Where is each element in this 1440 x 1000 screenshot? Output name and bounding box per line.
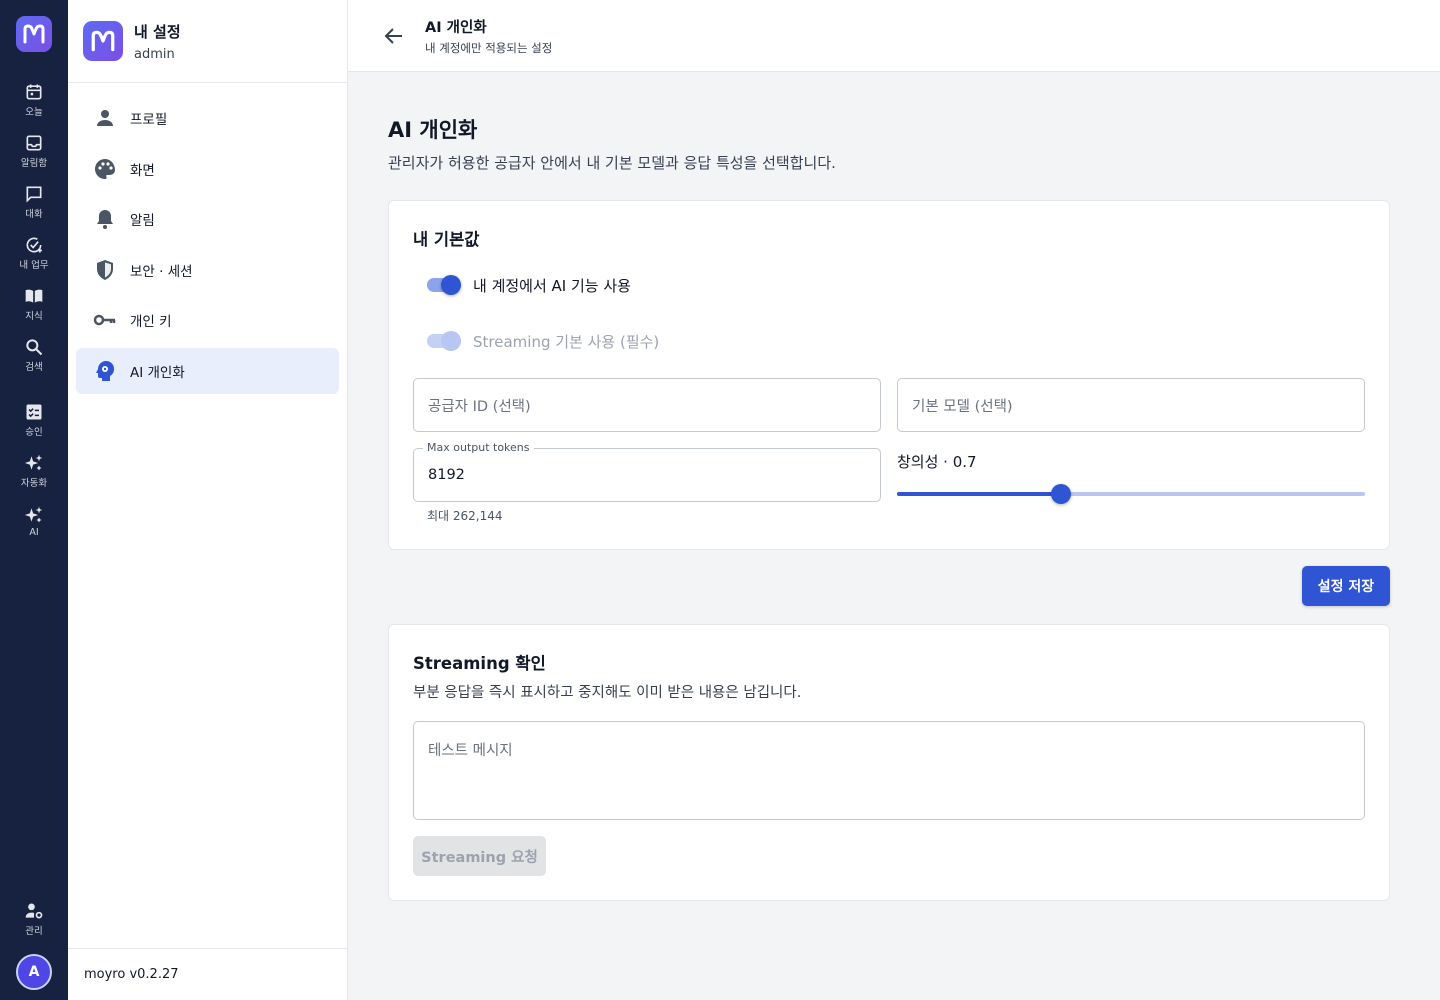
- book-icon: [25, 289, 43, 303]
- key-icon: [93, 314, 116, 326]
- section-description: 관리자가 허용한 공급자 안에서 내 기본 모델과 응답 특성을 선택합니다.: [388, 154, 836, 172]
- rail-item-today[interactable]: 오늘: [0, 74, 68, 125]
- admin-settings-icon: [25, 903, 43, 918]
- section-heading: AI 개인화: [388, 118, 478, 142]
- menu-item-label: 화면: [130, 162, 155, 179]
- rail-item-approval[interactable]: 승인: [0, 394, 68, 445]
- rail-label: 내 업무: [19, 259, 49, 271]
- task-check-icon: [26, 237, 42, 253]
- test-message-textarea[interactable]: 테스트 메시지: [413, 721, 1365, 820]
- max-output-tokens-helper: 최대 262,144: [427, 509, 503, 523]
- app-logo-icon: [83, 21, 123, 61]
- rail-label: 검색: [25, 361, 43, 373]
- sidebar-title: 내 설정: [134, 22, 181, 41]
- max-output-tokens-value: 8192: [428, 467, 465, 483]
- search-icon: [26, 338, 43, 355]
- approval-icon: [26, 404, 42, 419]
- max-output-tokens-label: Max output tokens: [423, 441, 534, 454]
- max-output-tokens-input[interactable]: Max output tokens 8192: [413, 441, 881, 502]
- rail-label: 대화: [25, 208, 43, 220]
- app-rail: 오늘 알림함 대화 내 업무 지식 검색 승인 자동화 AI 관리 A: [0, 0, 68, 1000]
- app-logo-icon[interactable]: [16, 16, 52, 52]
- settings-menu: 프로필 화면 알림 보안 · 세션 개인 키 AI 개인화: [68, 83, 347, 394]
- inbox-icon: [26, 135, 42, 150]
- sidebar-header: 내 설정 admin: [68, 0, 347, 83]
- menu-item-profile[interactable]: 프로필: [76, 95, 339, 141]
- streaming-card-title: Streaming 확인: [413, 654, 546, 673]
- ai-enable-switch[interactable]: [425, 273, 463, 297]
- person-icon: [97, 110, 113, 126]
- save-row: 설정 저장: [388, 550, 1390, 624]
- main-content: AI 개인화 관리자가 허용한 공급자 안에서 내 기본 모델과 응답 특성을 …: [388, 72, 1390, 901]
- rail-item-inbox[interactable]: 알림함: [0, 125, 68, 176]
- rail-item-search[interactable]: 검색: [0, 329, 68, 380]
- menu-item-label: AI 개인화: [130, 364, 185, 381]
- calendar-icon: [26, 84, 42, 99]
- rail-label: 지식: [25, 310, 43, 322]
- save-settings-button[interactable]: 설정 저장: [1302, 566, 1390, 606]
- menu-item-ai-personalization[interactable]: AI 개인화: [76, 347, 339, 394]
- rail-item-automation[interactable]: 자동화: [0, 445, 68, 496]
- creativity-slider-thumb[interactable]: [1051, 484, 1071, 504]
- rail-label: 관리: [25, 925, 43, 937]
- streaming-check-card: Streaming 확인 부분 응답을 즉시 표시하고 중지해도 이미 받은 내…: [388, 624, 1390, 901]
- streaming-card-description: 부분 응답을 즉시 표시하고 중지해도 이미 받은 내용은 남깁니다.: [413, 685, 802, 701]
- streaming-default-label: Streaming 기본 사용 (필수): [473, 332, 660, 351]
- shield-icon: [97, 259, 113, 280]
- defaults-card: 내 기본값 내 계정에서 AI 기능 사용 Streaming 기본 사용 (필…: [388, 200, 1390, 550]
- chat-icon: [26, 186, 42, 203]
- menu-item-label: 보안 · 세션: [130, 263, 193, 280]
- rail-item-knowledge[interactable]: 지식: [0, 278, 68, 329]
- menu-item-notifications[interactable]: 알림: [76, 196, 339, 242]
- sparkle-icon: [24, 454, 43, 470]
- sidebar-subtitle: admin: [134, 46, 175, 62]
- rail-item-ai[interactable]: AI: [0, 496, 68, 547]
- provider-id-input[interactable]: 공급자 ID (선택): [413, 378, 881, 432]
- menu-item-display[interactable]: 화면: [76, 146, 339, 192]
- streaming-toggle-row: Streaming 기본 사용 (필수): [425, 329, 659, 353]
- menu-item-label: 알림: [130, 213, 155, 229]
- top-bar: AI 개인화 내 계정에만 적용되는 설정: [348, 0, 1440, 72]
- menu-item-label: 개인 키: [130, 314, 172, 330]
- settings-sidebar: 내 설정 admin 프로필 화면 알림 보안 · 세션 개인 키 AI 개인화: [68, 0, 348, 1000]
- rail-item-admin[interactable]: 관리: [0, 893, 68, 944]
- ai-enable-label: 내 계정에서 AI 기능 사용: [473, 276, 631, 295]
- palette-icon: [95, 158, 115, 179]
- defaults-card-title: 내 기본값: [413, 230, 480, 249]
- rail-item-chat[interactable]: 대화: [0, 176, 68, 227]
- user-avatar[interactable]: A: [16, 954, 52, 990]
- bell-icon: [97, 210, 113, 229]
- menu-item-security[interactable]: 보안 · 세션: [76, 247, 339, 293]
- default-model-input[interactable]: 기본 모델 (선택): [897, 378, 1365, 432]
- back-arrow-icon[interactable]: [382, 24, 406, 48]
- rail-item-my-tasks[interactable]: 내 업무: [0, 227, 68, 278]
- rail-label: 자동화: [20, 477, 48, 489]
- rail-label: 승인: [25, 426, 43, 438]
- creativity-slider[interactable]: [897, 484, 1365, 504]
- ai-enable-toggle-row: 내 계정에서 AI 기능 사용: [425, 273, 631, 297]
- creativity-label: 창의성 · 0.7: [897, 453, 977, 471]
- page-title: AI 개인화: [425, 19, 487, 36]
- rail-label: 알림함: [20, 157, 48, 169]
- creativity-slider-fill: [897, 492, 1061, 496]
- sparkle-icon: [24, 506, 43, 523]
- rail-label: 오늘: [25, 106, 43, 118]
- app-version: moyro v0.2.27: [68, 948, 347, 1000]
- menu-item-label: 프로필: [130, 112, 168, 128]
- streaming-request-button: Streaming 요청: [413, 836, 546, 876]
- page-subtitle: 내 계정에만 적용되는 설정: [425, 40, 553, 55]
- rail-label: AI: [29, 527, 39, 538]
- streaming-default-switch: [425, 329, 463, 353]
- ai-head-icon: [96, 360, 115, 381]
- menu-item-personal-key[interactable]: 개인 키: [76, 297, 339, 343]
